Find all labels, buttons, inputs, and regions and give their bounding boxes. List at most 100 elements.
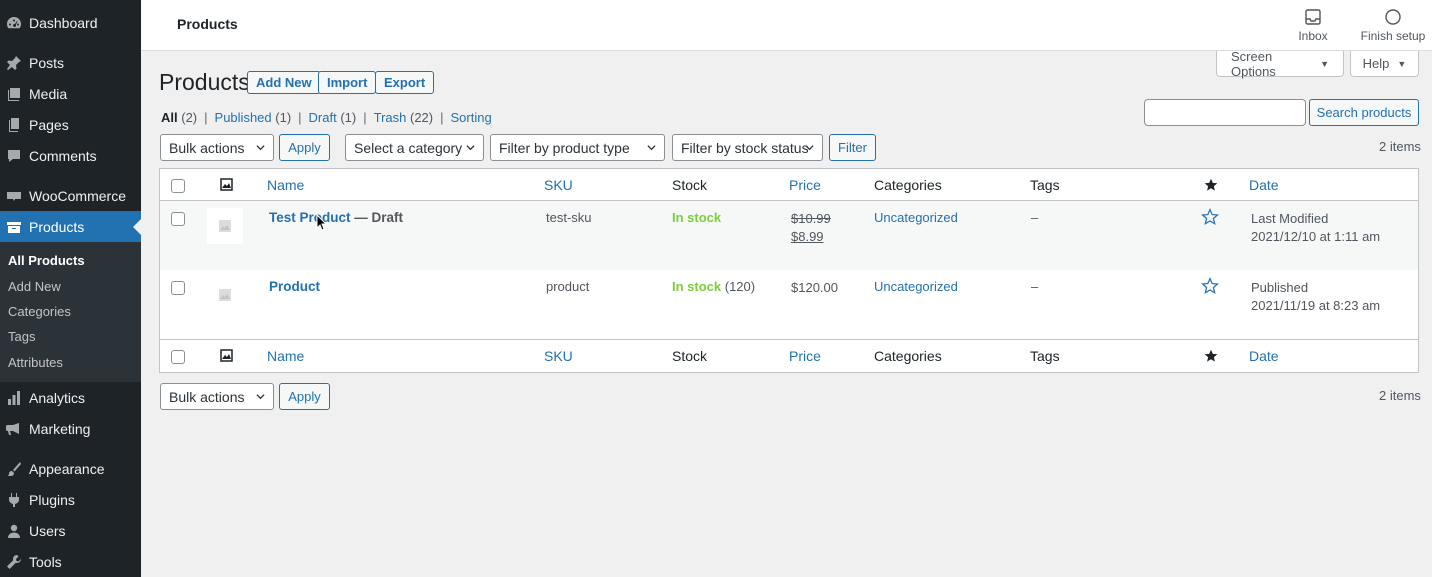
category-link[interactable]: Uncategorized bbox=[874, 279, 958, 294]
product-name-link[interactable]: Product bbox=[269, 279, 320, 294]
product-tags: – bbox=[1031, 210, 1039, 225]
image-placeholder-icon bbox=[219, 220, 231, 232]
view-sorting[interactable]: Sorting bbox=[451, 110, 492, 125]
featured-star-icon[interactable] bbox=[1204, 349, 1218, 363]
search-input[interactable] bbox=[1144, 99, 1306, 126]
star-outline-icon[interactable] bbox=[1201, 208, 1219, 226]
view-all[interactable]: All (2) bbox=[161, 110, 197, 125]
sidebar-item-label: Dashboard bbox=[29, 14, 98, 31]
product-type-filter-select[interactable]: Filter by product type bbox=[490, 134, 665, 161]
sidebar-item-analytics[interactable]: Analytics bbox=[0, 382, 141, 413]
regular-price: $120.00 bbox=[791, 280, 838, 295]
bulk-actions-select-bottom[interactable]: Bulk actions bbox=[160, 383, 274, 410]
submenu-categories[interactable]: Categories bbox=[8, 304, 71, 319]
view-trash[interactable]: Trash (22) bbox=[374, 110, 434, 125]
product-thumbnail[interactable] bbox=[207, 208, 243, 244]
stock-status-filter-select[interactable]: Filter by stock status bbox=[672, 134, 823, 161]
help-toggle[interactable]: Help ▼ bbox=[1350, 51, 1419, 77]
select-all-checkbox[interactable] bbox=[171, 179, 185, 193]
view-draft[interactable]: Draft (1) bbox=[309, 110, 357, 125]
search-products-button[interactable]: Search products bbox=[1309, 99, 1419, 126]
sidebar-item-pages[interactable]: Pages bbox=[0, 109, 141, 140]
product-date: Published 2021/11/19 at 8:23 am bbox=[1251, 280, 1381, 313]
stock-status: In stock (120) bbox=[672, 279, 756, 294]
items-count-top: 2 items bbox=[1379, 139, 1421, 154]
megaphone-icon bbox=[5, 420, 23, 438]
chevron-down-icon bbox=[805, 145, 814, 151]
column-tags-footer: Tags bbox=[1030, 348, 1060, 364]
column-sku[interactable]: SKU bbox=[544, 177, 573, 193]
sidebar-item-label: Users bbox=[29, 522, 66, 539]
dashboard-icon bbox=[5, 14, 23, 32]
comment-icon bbox=[5, 147, 23, 165]
sidebar-item-label: Plugins bbox=[29, 491, 75, 508]
post-state: — Draft bbox=[354, 210, 404, 225]
sidebar-item-dashboard[interactable]: Dashboard bbox=[0, 7, 141, 38]
sidebar-item-tools[interactable]: Tools bbox=[0, 546, 141, 577]
apply-button-bottom[interactable]: Apply bbox=[279, 383, 330, 410]
sidebar-item-marketing[interactable]: Marketing bbox=[0, 413, 141, 444]
select-value: Bulk actions bbox=[169, 388, 245, 405]
sidebar-item-label: Appearance bbox=[29, 460, 105, 477]
product-name-link[interactable]: Test Product — Draft bbox=[269, 210, 403, 225]
caret-down-icon: ▼ bbox=[1320, 58, 1329, 69]
column-stock-footer: Stock bbox=[672, 348, 708, 364]
add-new-button[interactable]: Add New bbox=[247, 71, 321, 94]
product-thumbnail[interactable] bbox=[207, 277, 243, 313]
submenu-all-products[interactable]: All Products bbox=[8, 253, 85, 268]
select-value: Select a category bbox=[354, 139, 463, 156]
table-row: Product product In stock (120) $120.00 U… bbox=[160, 270, 1418, 339]
submenu-tags[interactable]: Tags bbox=[8, 329, 35, 344]
bulk-actions-select-top[interactable]: Bulk actions bbox=[160, 134, 274, 161]
sidebar-item-products[interactable]: Products bbox=[0, 211, 141, 242]
submenu-add-new[interactable]: Add New bbox=[8, 279, 61, 294]
row-checkbox[interactable] bbox=[171, 212, 185, 226]
chevron-down-icon bbox=[647, 145, 656, 151]
featured-star-icon[interactable] bbox=[1204, 178, 1218, 192]
image-column-icon bbox=[220, 178, 233, 191]
sidebar-item-users[interactable]: Users bbox=[0, 515, 141, 546]
user-icon bbox=[5, 522, 23, 540]
import-button[interactable]: Import bbox=[318, 71, 377, 94]
star-outline-icon[interactable] bbox=[1201, 277, 1219, 295]
column-date[interactable]: Date bbox=[1249, 177, 1279, 193]
sidebar-item-media[interactable]: Media bbox=[0, 78, 141, 109]
sidebar-item-posts[interactable]: Posts bbox=[0, 47, 141, 78]
inbox-button[interactable]: Inbox bbox=[1285, 8, 1341, 43]
sidebar-item-label: WooCommerce bbox=[29, 187, 126, 204]
regular-price: $10.99 bbox=[791, 211, 831, 226]
product-tags: – bbox=[1031, 279, 1039, 294]
column-name-footer[interactable]: Name bbox=[267, 348, 304, 364]
chevron-down-icon bbox=[466, 145, 475, 151]
category-link[interactable]: Uncategorized bbox=[874, 210, 958, 225]
finish-setup-button[interactable]: Finish setup bbox=[1357, 8, 1429, 43]
sidebar-item-plugins[interactable]: Plugins bbox=[0, 484, 141, 515]
table-row: Test Product — Draft test-sku In stock $… bbox=[160, 201, 1418, 270]
column-sku-footer[interactable]: SKU bbox=[544, 348, 573, 364]
column-date-footer[interactable]: Date bbox=[1249, 348, 1279, 364]
pages-icon bbox=[5, 116, 23, 134]
sidebar-item-label: Pages bbox=[29, 116, 69, 133]
sidebar-item-appearance[interactable]: Appearance bbox=[0, 453, 141, 484]
submenu-attributes[interactable]: Attributes bbox=[8, 355, 63, 370]
column-categories-footer: Categories bbox=[874, 348, 942, 364]
filter-button[interactable]: Filter bbox=[829, 134, 876, 161]
apply-button-top[interactable]: Apply bbox=[279, 134, 330, 161]
image-placeholder-icon bbox=[219, 289, 231, 301]
select-value: Bulk actions bbox=[169, 139, 245, 156]
category-filter-select[interactable]: Select a category bbox=[345, 134, 484, 161]
sidebar-item-comments[interactable]: Comments bbox=[0, 140, 141, 171]
progress-circle-icon bbox=[1385, 9, 1401, 25]
wrench-icon bbox=[5, 553, 23, 571]
column-price[interactable]: Price bbox=[789, 177, 821, 193]
export-button[interactable]: Export bbox=[375, 71, 435, 94]
product-sku: test-sku bbox=[546, 210, 592, 225]
select-all-checkbox-footer[interactable] bbox=[171, 350, 185, 364]
select-value: Filter by product type bbox=[499, 139, 630, 156]
column-price-footer[interactable]: Price bbox=[789, 348, 821, 364]
view-published[interactable]: Published (1) bbox=[215, 110, 292, 125]
sidebar-item-woocommerce[interactable]: WooCommerce bbox=[0, 180, 141, 211]
column-name[interactable]: Name bbox=[267, 177, 304, 193]
row-checkbox[interactable] bbox=[171, 281, 185, 295]
screen-options-toggle[interactable]: Screen Options ▼ bbox=[1216, 49, 1344, 79]
